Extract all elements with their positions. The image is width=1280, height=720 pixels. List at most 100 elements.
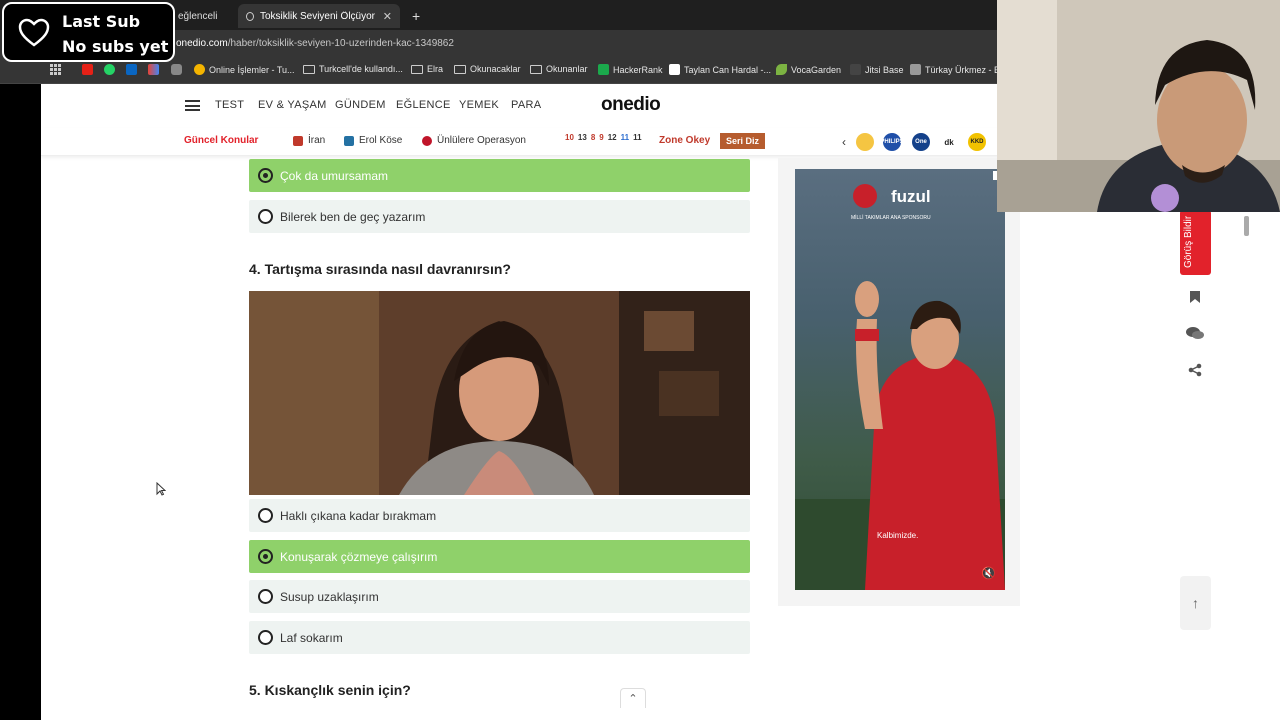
- question-gif-image: [249, 291, 750, 495]
- scrollbar-thumb[interactable]: [1244, 216, 1249, 236]
- zone-okey-link[interactable]: Zone Okey: [659, 135, 710, 146]
- bookmark-taylan[interactable]: Taylan Can Hardal -...: [669, 64, 771, 75]
- bookmark-hackerrank[interactable]: HackerRank: [598, 64, 663, 75]
- brand-dk[interactable]: dk: [940, 133, 958, 151]
- red-dot-icon: [422, 135, 432, 146]
- ad-banner[interactable]: fuzul MİLLİ TAKIMLAR ANA SPONSORU Kalbim…: [795, 169, 1005, 590]
- folder-icon: [411, 64, 423, 74]
- tab-eglenceli[interactable]: eğlenceli: [170, 4, 236, 28]
- radio-checked-icon: [258, 549, 273, 564]
- bookmark-okunanlar[interactable]: Okunanlar: [530, 64, 588, 74]
- option-label: Çok da umursamam: [280, 168, 389, 183]
- nav-eglence[interactable]: EĞLENCE: [396, 99, 451, 111]
- option-label: Bilerek ben de geç yazarım: [280, 209, 426, 224]
- leaf-icon: [776, 64, 787, 75]
- question-title: 5. Kıskançlık senin için?: [249, 682, 411, 698]
- nav-yemek[interactable]: YEMEK: [459, 99, 499, 111]
- answer-option[interactable]: Bilerek ben de geç yazarım: [249, 200, 750, 233]
- option-label: Konuşarak çözmeye çalışırım: [280, 549, 438, 564]
- answer-option-selected[interactable]: Çok da umursamam: [249, 159, 750, 192]
- chevron-up-icon[interactable]: ⌃: [620, 688, 646, 708]
- linkedin-icon[interactable]: [126, 64, 137, 75]
- radio-icon: [258, 209, 273, 224]
- topic-iran[interactable]: İran: [293, 135, 325, 146]
- radio-icon: [258, 508, 273, 523]
- smiley-icon[interactable]: [856, 133, 874, 151]
- answer-option-selected[interactable]: Konuşarak çözmeye çalışırım: [249, 540, 750, 573]
- option-label: Haklı çıkana kadar bırakmam: [280, 508, 437, 523]
- bookmark-turkcell[interactable]: Turkcell'de kullandı...: [303, 64, 403, 74]
- zone-okey-tiles[interactable]: 10 13 8 9 12 11 11: [565, 133, 642, 142]
- seri-diz-button[interactable]: Seri Diz: [720, 133, 766, 149]
- last-sub-value: No subs yet: [62, 37, 169, 56]
- folder-icon: [530, 64, 542, 74]
- scroll-to-top-button[interactable]: ↑: [1180, 576, 1211, 630]
- question-title: 4. Tartışma sırasında nasıl davranırsın?: [249, 261, 511, 277]
- bookmark-online-islemler[interactable]: Online İşlemler - Tu...: [194, 64, 295, 75]
- ad-brand: fuzul: [891, 187, 931, 206]
- gif-scene: [249, 291, 750, 495]
- menu-icon[interactable]: [185, 100, 200, 111]
- topics-label: Güncel Konular: [184, 135, 259, 146]
- webcam-video: [997, 0, 1280, 212]
- tab-favicon-icon: [246, 11, 254, 21]
- youtube-icon[interactable]: [82, 64, 93, 75]
- radio-checked-icon: [258, 168, 273, 183]
- brand-philips[interactable]: PHILIPS: [880, 133, 904, 151]
- nav-ev-yasam[interactable]: EV & YAŞAM: [258, 99, 327, 111]
- tab-close-icon[interactable]: ✕: [383, 10, 392, 23]
- new-tab-button[interactable]: +: [404, 4, 424, 28]
- heart-icon: [18, 18, 50, 47]
- whatsapp-icon[interactable]: [104, 64, 115, 75]
- radio-icon: [258, 589, 273, 604]
- bookmark-okunacaklar[interactable]: Okunacaklar: [454, 64, 521, 74]
- tab-toksiklik[interactable]: Toksiklik Seviyeni Ölçüyoruz! - ✕: [238, 4, 400, 28]
- site-logo[interactable]: onedio: [601, 94, 661, 116]
- hackerrank-icon: [598, 64, 609, 75]
- answer-option[interactable]: Haklı çıkana kadar bırakmam: [249, 499, 750, 532]
- radio-icon: [258, 630, 273, 645]
- ad-subtitle: MİLLİ TAKIMLAR ANA SPONSORU: [851, 215, 931, 221]
- tab-title: Toksiklik Seviyeni Ölçüyoruz! -: [259, 10, 375, 22]
- mouse-cursor-icon: [156, 482, 166, 496]
- bookmark-vocagarden[interactable]: VocaGarden: [776, 64, 841, 75]
- option-label: Laf sokarım: [280, 630, 343, 645]
- flag-icon: [293, 135, 303, 146]
- last-sub-label: Last Sub: [62, 12, 141, 31]
- thumbnail-icon: [344, 135, 354, 146]
- share-icon[interactable]: [1185, 360, 1205, 380]
- tab-title: eğlenceli: [178, 10, 218, 22]
- jitsi-icon: [850, 64, 861, 75]
- nav-test[interactable]: TEST: [215, 99, 244, 111]
- apps-grid-icon[interactable]: [50, 64, 61, 75]
- bookmark-jitsi[interactable]: Jitsi Base: [850, 64, 904, 75]
- nav-gundem[interactable]: GÜNDEM: [335, 99, 386, 111]
- bookmark-elra[interactable]: Elra: [411, 64, 443, 74]
- answer-option[interactable]: Susup uzaklaşırım: [249, 580, 750, 613]
- nav-para[interactable]: PARA: [511, 99, 541, 111]
- bookmark-icon[interactable]: [1185, 287, 1205, 307]
- brand-kkd[interactable]: KKD: [968, 133, 986, 151]
- chevron-left-icon[interactable]: ‹: [842, 135, 846, 149]
- topic-erol-kose[interactable]: Erol Köse: [344, 135, 402, 146]
- feedback-button[interactable]: Görüş Bildir: [1180, 210, 1211, 275]
- globe-icon: [194, 64, 205, 75]
- option-label: Susup uzaklaşırım: [280, 589, 379, 604]
- medium-icon: [669, 64, 680, 75]
- comments-icon[interactable]: [1185, 323, 1205, 343]
- site-icon: [910, 64, 921, 75]
- url-text[interactable]: onedio.com/haber/toksiklik-seviyen-10-uz…: [176, 38, 454, 49]
- topic-unlulere-operasyon[interactable]: Ünlülere Operasyon: [422, 135, 526, 146]
- brand-one[interactable]: One: [912, 133, 930, 151]
- folder-icon: [454, 64, 466, 74]
- folder-icon: [303, 64, 315, 74]
- last-sub-overlay: Last Sub No subs yet: [2, 2, 175, 62]
- answer-option[interactable]: Laf sokarım: [249, 621, 750, 654]
- ad-image: [795, 184, 1005, 590]
- mute-icon[interactable]: 🔇: [981, 566, 996, 580]
- instagram-icon[interactable]: [171, 64, 182, 75]
- gmail-icon[interactable]: [148, 64, 159, 75]
- webcam-overlay: [997, 0, 1280, 212]
- bookmark-turkay[interactable]: Türkay Ürkmez - Evi: [910, 64, 1000, 75]
- ad-caption: Kalbimizde.: [877, 531, 919, 540]
